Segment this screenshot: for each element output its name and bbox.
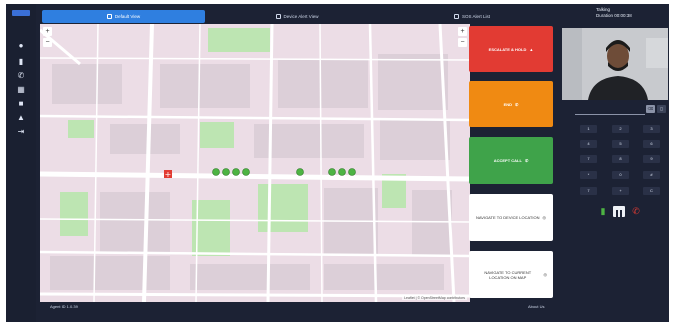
key-star[interactable]: *	[580, 171, 597, 179]
navigate-current-button[interactable]: NAVIGATE TO CURRENT LOCATION ON MAP ◎	[469, 251, 553, 298]
map-zoom-out-right[interactable]: −	[458, 38, 467, 47]
key-8[interactable]: 8	[612, 155, 629, 163]
key-hash[interactable]: #	[643, 171, 660, 179]
brand-logo	[12, 10, 30, 16]
call-duration: Duration 00:00:38	[596, 13, 632, 18]
park-area	[200, 122, 234, 148]
device-pin[interactable]	[296, 168, 304, 176]
escalate-label: ESCALATE & HOLD	[488, 46, 527, 52]
device-pin[interactable]	[328, 168, 336, 176]
device-pin[interactable]	[212, 168, 220, 176]
navigate-device-button[interactable]: NAVIGATE TO DEVICE LOCATION ◎	[469, 194, 553, 241]
video-feed	[562, 28, 668, 100]
mic-icon[interactable]: ▮	[598, 206, 608, 217]
navigate-current-label: NAVIGATE TO CURRENT LOCATION ON MAP	[484, 269, 532, 280]
dial-input[interactable]	[575, 106, 645, 115]
tab-label: SOS Alert List	[461, 14, 490, 19]
tab-sos-alert-list[interactable]: SOS Alert List	[397, 10, 547, 23]
escalate-hold-button[interactable]: ESCALATE & HOLD ▲	[469, 26, 553, 72]
key-clear[interactable]: C	[643, 187, 660, 195]
end-call-icon: ✆	[515, 101, 519, 107]
park-area	[60, 192, 88, 236]
key-extra-7[interactable]: 7	[580, 187, 597, 195]
pause-icon	[616, 210, 622, 217]
phone-icon: ✆	[524, 158, 529, 163]
phone-icon[interactable]: ✆	[17, 72, 25, 80]
end-call-button[interactable]: END ✆	[469, 81, 553, 127]
zoom-in-button[interactable]: +	[43, 27, 52, 36]
tab-default-view[interactable]: Default View	[42, 10, 205, 23]
map-zoom-in-right[interactable]: +	[458, 27, 467, 36]
tab-label: Default View	[114, 14, 141, 19]
call-info: Talking Duration 00:00:38	[596, 7, 632, 19]
bar-chart-icon[interactable]: ▮	[17, 58, 25, 66]
key-0[interactable]: 0	[612, 171, 629, 179]
key-9[interactable]: 9	[643, 155, 660, 163]
lock-icon[interactable]: ▲	[17, 114, 25, 122]
logout-icon[interactable]: ⇥	[17, 128, 25, 136]
key-plus[interactable]: +	[612, 187, 629, 195]
zoom-out-button[interactable]: −	[43, 38, 52, 47]
key-3[interactable]: 3	[643, 125, 660, 133]
navigate-device-label: NAVIGATE TO DEVICE LOCATION	[476, 215, 540, 220]
map-icon	[106, 14, 112, 19]
device-pin[interactable]	[242, 168, 250, 176]
caller-video-image	[562, 28, 668, 100]
device-pin[interactable]	[348, 168, 356, 176]
key-4[interactable]: 4	[580, 140, 597, 148]
key-7[interactable]: 7	[580, 155, 597, 163]
hospital-cross-icon: +	[165, 170, 172, 179]
hangup-icon[interactable]: ✆	[630, 206, 642, 217]
key-2[interactable]: 2	[612, 125, 629, 133]
chat-icon[interactable]: ●	[17, 42, 25, 50]
map-attribution[interactable]: Leaflet | © OpenStreetMap contributors	[402, 296, 467, 300]
key-6[interactable]: 6	[643, 140, 660, 148]
folder-icon[interactable]: ■	[17, 100, 25, 108]
agent-id-text: Agent ID 1.0.39	[50, 304, 78, 309]
park-area	[258, 184, 308, 232]
device-pin[interactable]	[232, 168, 240, 176]
tab-device-alert-view[interactable]: Device Alert View	[222, 10, 372, 23]
navigate-icon: ◎	[542, 215, 546, 220]
accept-call-button[interactable]: ACCEPT CALL ✆	[469, 137, 553, 184]
key-1[interactable]: 1	[580, 125, 597, 133]
end-label: END	[503, 101, 513, 107]
grid-icon[interactable]: ▦	[17, 86, 25, 94]
device-icon	[275, 14, 281, 19]
key-5[interactable]: 5	[612, 140, 629, 148]
app-window: ● ▮ ✆ ▦ ■ ▲ ⇥ Default View Device Alert …	[6, 4, 669, 322]
hold-button[interactable]	[613, 206, 625, 217]
map-view[interactable]: + + − + − Leaflet | © OpenStreetMap cont…	[40, 24, 470, 302]
about-us-link[interactable]: About Us	[528, 304, 544, 309]
device-pin[interactable]	[222, 168, 230, 176]
escalate-icon: ▲	[529, 46, 534, 52]
tab-label: Device Alert View	[283, 14, 319, 19]
park-area	[68, 120, 94, 138]
accept-label: ACCEPT CALL	[493, 158, 522, 163]
locate-icon: ◎	[543, 272, 548, 277]
clear-input-button[interactable]: ◻	[657, 105, 666, 113]
sidebar: ● ▮ ✆ ▦ ■ ▲ ⇥	[6, 4, 36, 322]
map-tiles: +	[40, 24, 470, 302]
device-pin[interactable]	[338, 168, 346, 176]
park-area	[208, 28, 270, 52]
view-tabs: Default View Device Alert View SOS Alert…	[42, 10, 552, 24]
list-icon	[453, 14, 459, 19]
backspace-button[interactable]: ⌫	[646, 105, 655, 113]
